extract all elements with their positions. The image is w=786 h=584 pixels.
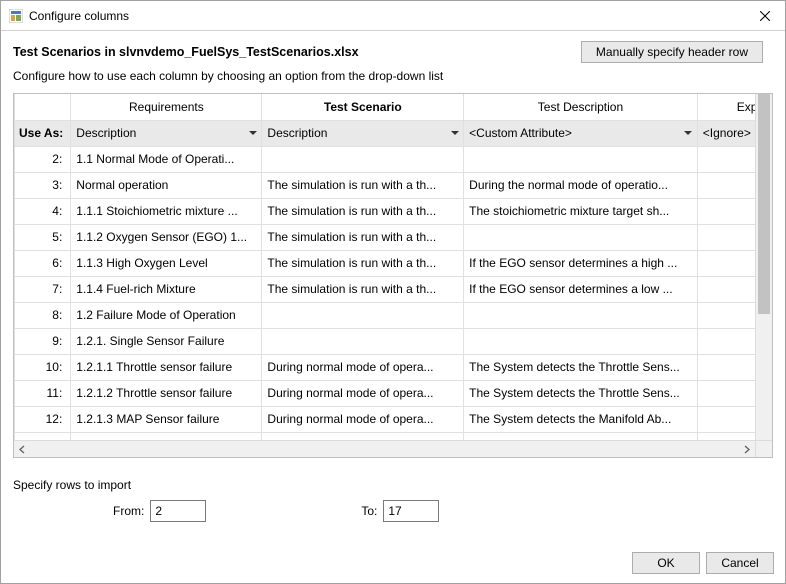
app-icon: [9, 9, 23, 23]
column-type-dropdown[interactable]: Description: [262, 121, 463, 146]
chevron-down-icon: [448, 127, 461, 140]
row-number: 2:: [15, 146, 71, 172]
cell[interactable]: The simulation is run with a th...: [262, 276, 464, 302]
row-number: 5:: [15, 224, 71, 250]
cell[interactable]: 1.2 Failure Mode of Operation: [71, 302, 262, 328]
row-number: 6:: [15, 250, 71, 276]
grid-table: RequirementsTest ScenarioTest Descriptio…: [14, 94, 773, 458]
cell[interactable]: 1.2.1.2 Throttle sensor failure: [71, 380, 262, 406]
use-as-label: Use As:: [15, 120, 71, 146]
cell[interactable]: The simulation is run with a th...: [262, 250, 464, 276]
column-grid: RequirementsTest ScenarioTest Descriptio…: [13, 93, 773, 458]
cell[interactable]: During the normal mode of operatio...: [464, 172, 698, 198]
specify-rows-section: Specify rows to import From: To:: [13, 478, 773, 522]
to-label: To:: [361, 504, 377, 518]
instruction-text: Configure how to use each column by choo…: [13, 69, 773, 83]
row-number: 3:: [15, 172, 71, 198]
cell[interactable]: 1.1.4 Fuel-rich Mixture: [71, 276, 262, 302]
cell[interactable]: 1.2.1. Single Sensor Failure: [71, 328, 262, 354]
cell[interactable]: 1.1.2 Oxygen Sensor (EGO) 1...: [71, 224, 262, 250]
file-title: Test Scenarios in slvnvdemo_FuelSys_Test…: [13, 45, 581, 59]
scrollbar-corner: [755, 440, 772, 457]
cell[interactable]: 1.2.1.3 MAP Sensor failure: [71, 406, 262, 432]
cell[interactable]: During normal mode of opera...: [262, 354, 464, 380]
cell[interactable]: [464, 302, 698, 328]
row-number: 9:: [15, 328, 71, 354]
row-number: 8:: [15, 302, 71, 328]
scroll-left-icon[interactable]: [18, 445, 27, 454]
column-header: Test Scenario: [262, 94, 464, 120]
cell[interactable]: The simulation is run with a th...: [262, 198, 464, 224]
column-header: Test Description: [464, 94, 698, 120]
cell[interactable]: 1.2.1.1 Throttle sensor failure: [71, 354, 262, 380]
from-label: From:: [113, 504, 144, 518]
row-number: 4:: [15, 198, 71, 224]
cell[interactable]: The stoichiometric mixture target sh...: [464, 198, 698, 224]
close-button[interactable]: [745, 1, 785, 31]
chevron-down-icon: [682, 127, 695, 140]
dialog-content: Test Scenarios in slvnvdemo_FuelSys_Test…: [1, 31, 785, 534]
close-icon: [760, 11, 770, 21]
titlebar: Configure columns: [1, 1, 785, 31]
cancel-button[interactable]: Cancel: [706, 552, 774, 574]
cell[interactable]: If the EGO sensor determines a low ...: [464, 276, 698, 302]
column-header: Requirements: [71, 94, 262, 120]
cell[interactable]: The System detects the Throttle Sens...: [464, 354, 698, 380]
from-input[interactable]: [150, 500, 206, 522]
cell[interactable]: The simulation is run with a th...: [262, 172, 464, 198]
horizontal-scrollbar[interactable]: [14, 440, 772, 457]
cell[interactable]: The System detects the Throttle Sens...: [464, 380, 698, 406]
cell[interactable]: If the EGO sensor determines a high ...: [464, 250, 698, 276]
row-number: 10:: [15, 354, 71, 380]
ok-button[interactable]: OK: [632, 552, 700, 574]
specify-rows-label: Specify rows to import: [13, 478, 773, 492]
chevron-down-icon: [246, 127, 259, 140]
to-input[interactable]: [383, 500, 439, 522]
scroll-right-icon[interactable]: [742, 445, 751, 454]
cell[interactable]: [464, 224, 698, 250]
row-number: 7:: [15, 276, 71, 302]
cell[interactable]: [262, 302, 464, 328]
cell[interactable]: 1.1.1 Stoichiometric mixture ...: [71, 198, 262, 224]
footer-buttons: OK Cancel: [632, 552, 774, 574]
row-number: 12:: [15, 406, 71, 432]
cell[interactable]: [262, 328, 464, 354]
cell[interactable]: During normal mode of opera...: [262, 406, 464, 432]
cell[interactable]: The simulation is run with a th...: [262, 224, 464, 250]
cell[interactable]: 1.1 Normal Mode of Operati...: [71, 146, 262, 172]
cell[interactable]: 1.1.3 High Oxygen Level: [71, 250, 262, 276]
column-type-dropdown[interactable]: <Custom Attribute>: [464, 121, 697, 146]
window-title: Configure columns: [29, 9, 745, 23]
header-row: Test Scenarios in slvnvdemo_FuelSys_Test…: [13, 41, 773, 63]
manual-header-button[interactable]: Manually specify header row: [581, 41, 763, 63]
range-row: From: To:: [13, 500, 773, 522]
vertical-scrollbar-thumb[interactable]: [758, 94, 770, 314]
column-type-dropdown[interactable]: Description: [71, 121, 261, 146]
vertical-scrollbar[interactable]: [755, 94, 772, 440]
cell[interactable]: Normal operation: [71, 172, 262, 198]
cell[interactable]: [262, 146, 464, 172]
row-number: 11:: [15, 380, 71, 406]
cell[interactable]: The System detects the Manifold Ab...: [464, 406, 698, 432]
cell[interactable]: [464, 146, 698, 172]
cell[interactable]: [464, 328, 698, 354]
cell[interactable]: During normal mode of opera...: [262, 380, 464, 406]
